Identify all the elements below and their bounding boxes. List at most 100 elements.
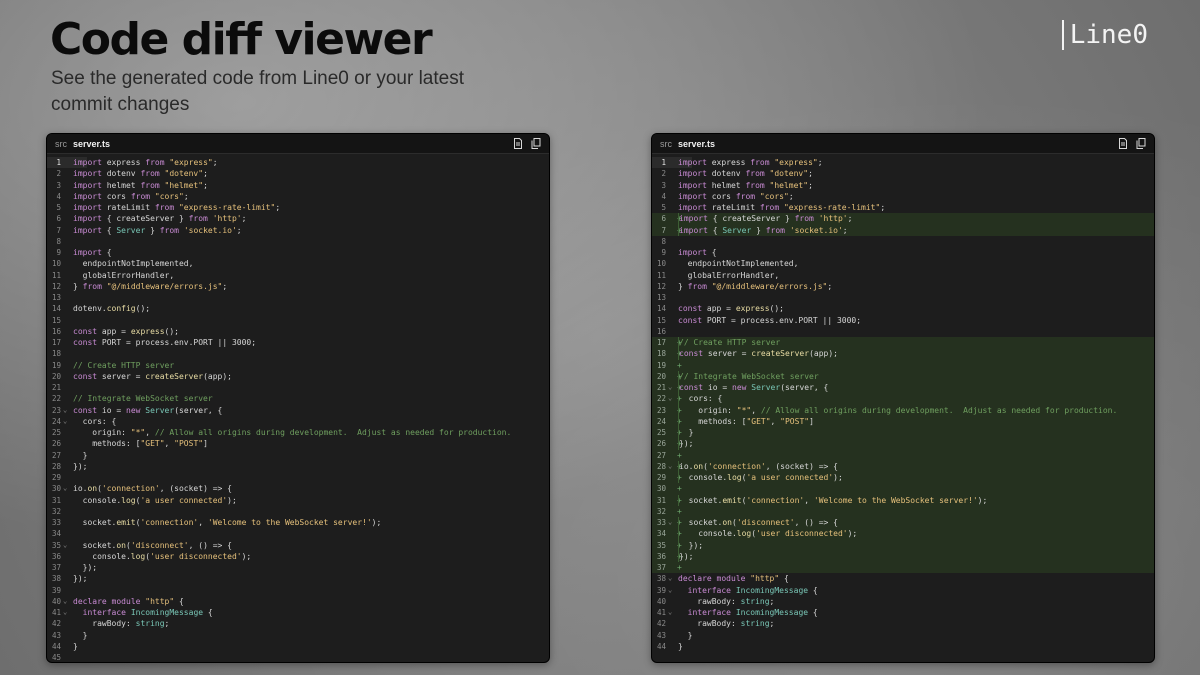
code-line[interactable]: 30 + [652,483,1154,495]
breadcrumb-dir[interactable]: src [660,139,672,149]
code-line[interactable]: 10 endpointNotImplemented, [47,258,549,269]
code-line[interactable]: 38 ⌄ declare module "http" { [652,573,1154,584]
code-line[interactable]: 30 ⌄ io.on('connection', (socket) => { [47,483,549,494]
code-line[interactable]: 29 + console.log('a user connected'); [652,472,1154,484]
code-line[interactable]: 44} [47,641,549,652]
breadcrumb-dir[interactable]: src [55,139,67,149]
code-line[interactable]: 34 + console.log('user disconnected'); [652,528,1154,540]
code-line[interactable]: 37 }); [47,562,549,573]
code-line[interactable]: 9 import { [652,247,1154,258]
code-line[interactable]: 41 ⌄ interface IncomingMessage { [652,607,1154,618]
fold-chevron-icon[interactable]: ⌄ [63,483,67,494]
code-line[interactable]: 15 [47,315,549,326]
code-line[interactable]: 39 [47,585,549,596]
code-line[interactable]: 28 ⌄ + io.on('connection', (socket) => { [652,460,1154,472]
code-line[interactable]: 22 ⌄ + cors: { [652,393,1154,405]
code-line[interactable]: 27 + [652,449,1154,461]
fold-chevron-icon[interactable]: ⌄ [668,382,672,393]
code-line[interactable]: 14 const app = express(); [652,303,1154,314]
code-line[interactable]: 35 + }); [652,539,1154,551]
code-line[interactable]: 9 import { [47,247,549,258]
code-line[interactable]: 20 +// Integrate WebSocket server [652,370,1154,382]
code-line[interactable]: 38}); [47,573,549,584]
code-line[interactable]: 5 import rateLimit from "express-rate-lim… [652,202,1154,213]
fold-chevron-icon[interactable]: ⌄ [63,405,67,416]
code-line[interactable]: 3 import helmet from "helmet"; [47,180,549,191]
code-line[interactable]: 19 // Create HTTP server [47,360,549,371]
code-line[interactable]: 26 +}); [652,438,1154,450]
code-line[interactable]: 5 import rateLimit from "express-rate-lim… [47,202,549,213]
code-line[interactable]: 29 [47,472,549,483]
fold-chevron-icon[interactable]: ⌄ [668,393,672,404]
code-line[interactable]: 11 globalErrorHandler, [47,270,549,281]
code-line[interactable]: 24 + methods: ["GET", "POST"] [652,415,1154,427]
code-line[interactable]: 42 rawBody: string; [47,618,549,629]
code-line[interactable]: 3 import helmet from "helmet"; [652,180,1154,191]
code-line[interactable]: 26 methods: ["GET", "POST"] [47,438,549,449]
file-icon[interactable] [513,138,523,149]
code-line[interactable]: 33 ⌄ + socket.on('disconnect', () => { [652,517,1154,529]
code-line[interactable]: 6 import { createServer } from 'http'; [47,213,549,224]
code-line[interactable]: 23 + origin: "*", // Allow all origins du… [652,404,1154,416]
code-line[interactable]: 41 ⌄ interface IncomingMessage { [47,607,549,618]
fold-chevron-icon[interactable]: ⌄ [668,573,672,584]
code-line[interactable]: 12} from "@/middleware/errors.js"; [47,281,549,292]
code-line[interactable]: 33 socket.emit('connection', 'Welcome to… [47,517,549,528]
code-line[interactable]: 35 ⌄ socket.on('disconnect', () => { [47,540,549,551]
code-line[interactable]: 31 console.log('a user connected'); [47,495,549,506]
code-line[interactable]: 16 const app = express(); [47,326,549,337]
code-line[interactable]: 34 [47,528,549,539]
code-line[interactable]: 24 ⌄ cors: { [47,416,549,427]
code-line[interactable]: 20 const server = createServer(app); [47,371,549,382]
fold-chevron-icon[interactable]: ⌄ [63,416,67,427]
breadcrumb-file[interactable]: server.ts [73,139,110,149]
code-line[interactable]: 40 ⌄ declare module "http" { [47,596,549,607]
copy-icon[interactable] [1136,138,1146,149]
code-line[interactable]: 13 [652,292,1154,303]
code-line[interactable]: 1 import express from "express"; [652,157,1154,169]
code-line[interactable]: 16 [652,326,1154,337]
code-line[interactable]: 27 } [47,450,549,461]
code-line[interactable]: 4 import cors from "cors"; [652,191,1154,202]
code-line[interactable]: 44} [652,641,1154,652]
code-line[interactable]: 25 origin: "*", // Allow all origins dur… [47,427,549,438]
code-line[interactable]: 18 [47,348,549,359]
code-line[interactable]: 19 + [652,359,1154,371]
code-line[interactable]: 36 console.log('user disconnected'); [47,551,549,562]
code-line[interactable]: 40 rawBody: string; [652,596,1154,607]
code-line[interactable]: 21 ⌄ + const io = new Server(server, { [652,382,1154,394]
code-line[interactable]: 32 + [652,505,1154,517]
code-line[interactable]: 6 + import { createServer } from 'http'; [652,213,1154,225]
fold-chevron-icon[interactable]: ⌄ [668,461,672,472]
code-line[interactable]: 8 [652,236,1154,247]
code-line[interactable]: 22 // Integrate WebSocket server [47,393,549,404]
code-line[interactable]: 31 + socket.emit('connection', 'Welcome t… [652,494,1154,506]
code-line[interactable]: 7 import { Server } from 'socket.io'; [47,225,549,236]
code-line[interactable]: 45 [47,652,549,662]
fold-chevron-icon[interactable]: ⌄ [668,585,672,596]
fold-chevron-icon[interactable]: ⌄ [63,607,67,618]
code-line[interactable]: 2 import dotenv from "dotenv"; [47,168,549,179]
code-line[interactable]: 4 import cors from "cors"; [47,191,549,202]
code-line[interactable]: 17 +// Create HTTP server [652,337,1154,349]
code-line[interactable]: 32 [47,506,549,517]
code-line[interactable]: 15 const PORT = process.env.PORT || 3000; [652,315,1154,326]
code-line[interactable]: 23 ⌄ const io = new Server(server, { [47,405,549,416]
fold-chevron-icon[interactable]: ⌄ [668,517,672,528]
code-line[interactable]: 12} from "@/middleware/errors.js"; [652,281,1154,292]
code-line[interactable]: 21 [47,382,549,393]
code-line[interactable]: 11 globalErrorHandler, [652,270,1154,281]
code-line[interactable]: 39 ⌄ interface IncomingMessage { [652,585,1154,596]
fold-chevron-icon[interactable]: ⌄ [63,596,67,607]
code-line[interactable]: 43 } [47,630,549,641]
code-area[interactable]: 1 import express from "express"; 2 import d… [652,154,1154,652]
code-line[interactable]: 36 +}); [652,550,1154,562]
code-line[interactable]: 8 [47,236,549,247]
copy-icon[interactable] [531,138,541,149]
code-line[interactable]: 18 + const server = createServer(app); [652,348,1154,360]
code-line[interactable]: 37 + [652,562,1154,574]
code-line[interactable]: 17 const PORT = process.env.PORT || 3000; [47,337,549,348]
code-line[interactable]: 14 dotenv.config(); [47,303,549,314]
code-area[interactable]: 1 import express from "express"; 2 import d… [47,154,549,662]
fold-chevron-icon[interactable]: ⌄ [63,540,67,551]
